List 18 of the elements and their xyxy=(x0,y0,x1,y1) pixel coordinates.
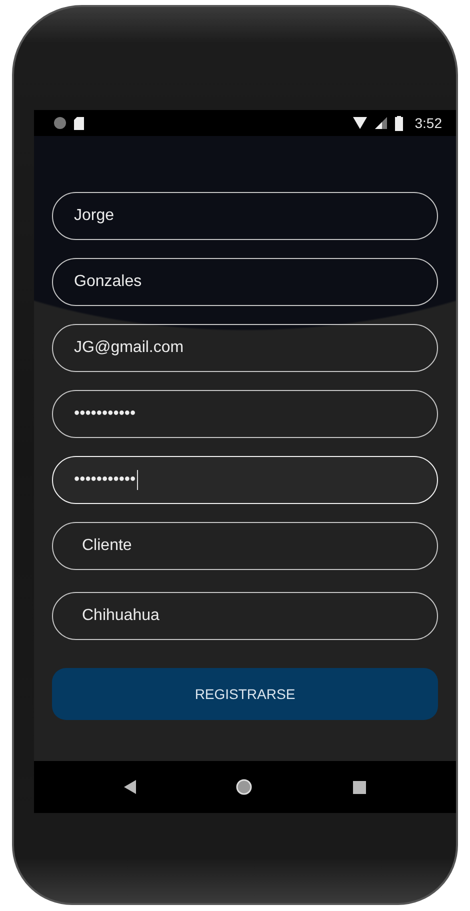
input-field[interactable]: Jorge xyxy=(52,192,438,240)
signal-icon xyxy=(374,117,387,129)
notification-dot-icon xyxy=(54,117,66,129)
recents-icon[interactable] xyxy=(352,780,366,794)
wifi-icon xyxy=(352,117,367,129)
battery-icon xyxy=(394,116,403,130)
text-cursor xyxy=(136,470,138,490)
input-field[interactable]: ••••••••••• xyxy=(52,390,438,438)
status-time: 3:52 xyxy=(414,115,442,131)
back-icon[interactable] xyxy=(124,780,136,794)
input-field[interactable]: ••••••••••• xyxy=(52,456,438,504)
dropdown-field[interactable]: Chihuahua xyxy=(52,592,438,640)
input-field[interactable]: Gonzales xyxy=(52,258,438,306)
dropdown-field[interactable]: Cliente xyxy=(52,522,438,570)
home-icon[interactable] xyxy=(236,779,252,795)
sd-card-icon xyxy=(74,116,84,130)
register-button[interactable]: REGISTRARSE xyxy=(52,668,438,720)
input-field[interactable]: JG@gmail.com xyxy=(52,324,438,372)
